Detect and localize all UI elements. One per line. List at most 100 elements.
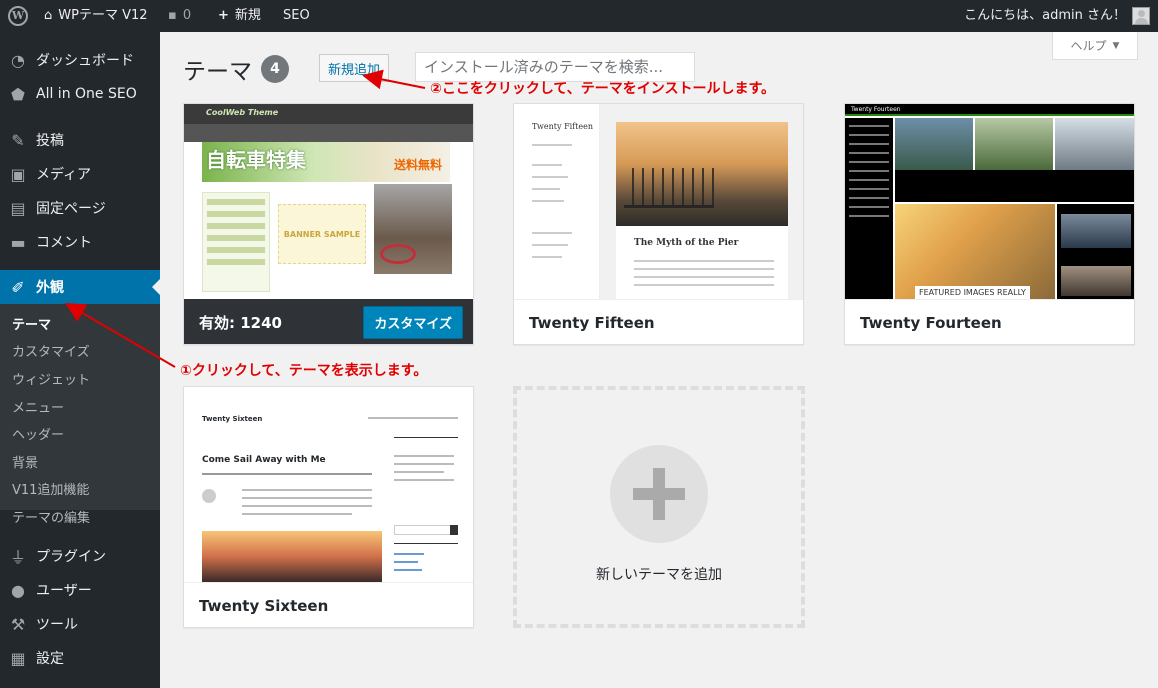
admin-sidebar: ◔ ダッシュボード ⬟ All in One SEO ✎ 投稿 ▣ メディア ▤…	[0, 32, 160, 688]
theme-screenshot: CoolWeb Theme 自転車特集 送料無料 BANNER SAMPLE	[184, 104, 473, 299]
bike-shape	[380, 244, 416, 264]
submenu-themes[interactable]: テーマ	[12, 316, 51, 336]
media-icon: ▣	[10, 164, 26, 184]
banner-sample: BANNER SAMPLE	[278, 204, 366, 264]
header-bar	[184, 124, 473, 142]
sidebar-item-label: コメント	[36, 235, 92, 251]
sidebar-item-appearance[interactable]: ✐ 外観	[0, 270, 160, 304]
theme-screenshot: Twenty Fifteen The Myth of the Pier	[514, 104, 803, 299]
theme-card-twenty-fourteen[interactable]: Twenty Fourteen FEATURED IMAGES REALLY T…	[844, 103, 1135, 345]
theme-count-badge: 4	[261, 55, 289, 83]
theme-name: Twenty Sixteen	[184, 582, 473, 627]
theme-name-bar: 有効: 1240 カスタマイズ	[184, 299, 473, 344]
sidebar-item-label: ユーザー	[36, 583, 92, 599]
submenu-v11-features[interactable]: V11追加機能	[12, 481, 89, 501]
admin-bar: W ⌂ WPテーマ V12 ▪ 0 + 新規 SEO こんにちは、admin さ…	[0, 0, 1158, 32]
plus-icon	[610, 445, 708, 543]
sidebar-item-label: 投稿	[36, 133, 64, 149]
comment-icon: ▬	[10, 232, 26, 252]
avatar	[1132, 7, 1150, 25]
page-icon: ▤	[10, 198, 26, 218]
theme-screenshot: Twenty Sixteen Come Sail Away with Me	[184, 387, 473, 582]
submenu-header[interactable]: ヘッダー	[12, 426, 64, 446]
appearance-submenu: テーマ カスタマイズ ウィジェット メニュー ヘッダー 背景 V11追加機能 テ…	[0, 304, 160, 526]
sidebar-item-tools[interactable]: ⚒ ツール	[0, 607, 160, 641]
side-menu	[845, 118, 893, 299]
seo-link[interactable]: SEO	[283, 0, 310, 32]
sidebar-item-plugins[interactable]: ⏚ プラグイン	[0, 539, 160, 573]
sidebar-item-settings[interactable]: ▦ 設定	[0, 641, 160, 675]
help-label: ヘルプ	[1070, 39, 1107, 53]
comments-count: 0	[182, 8, 192, 23]
help-tab[interactable]: ヘルプ ▼	[1052, 32, 1138, 60]
banner-text: 自転車特集	[206, 148, 306, 172]
shot-title: Twenty Sixteen	[202, 415, 263, 423]
theme-logo: CoolWeb Theme	[206, 108, 279, 117]
add-new-theme-card[interactable]: 新しいテーマを追加	[513, 386, 805, 628]
active-theme-label: 有効: 1240	[199, 313, 282, 332]
sale-text: 送料無料	[394, 158, 443, 172]
comments-link[interactable]: ▪ 0	[168, 0, 191, 32]
theme-card-active[interactable]: CoolWeb Theme 自転車特集 送料無料 BANNER SAMPLE 有…	[183, 103, 474, 345]
settings-icon: ▦	[10, 648, 26, 668]
shot-title: Twenty Fifteen	[532, 122, 593, 131]
sunset-image	[202, 531, 382, 582]
site-name-link[interactable]: ⌂ WPテーマ V12	[44, 0, 148, 32]
sidebar-item-posts[interactable]: ✎ 投稿	[0, 123, 160, 157]
theme-screenshot: Twenty Fourteen FEATURED IMAGES REALLY	[845, 104, 1134, 299]
page-title: テーマ	[183, 59, 252, 85]
sidebar-item-label: All in One SEO	[36, 86, 137, 102]
sidebar-item-comments[interactable]: ▬ コメント	[0, 225, 160, 259]
wrench-icon: ⚒	[10, 614, 26, 634]
sidebar-item-label: ツール	[36, 617, 78, 633]
comment-icon: ▪	[168, 8, 177, 23]
article-title: The Myth of the Pier	[634, 238, 739, 248]
featured-title: FEATURED IMAGES REALLY	[915, 286, 1030, 299]
sidebar-item-label: メディア	[36, 167, 92, 183]
side-menu	[202, 192, 270, 292]
home-icon: ⌂	[44, 8, 53, 23]
sidebar-item-users[interactable]: ● ユーザー	[0, 573, 160, 607]
sidebar-item-label: 外観	[36, 280, 64, 296]
pin-icon: ✎	[11, 130, 25, 150]
add-theme-label: 新しいテーマを追加	[596, 567, 722, 583]
post-title: Come Sail Away with Me	[202, 455, 326, 465]
plugin-icon: ⏚	[9, 548, 26, 567]
submenu-customize[interactable]: カスタマイズ	[12, 343, 90, 363]
shield-icon: ⬟	[11, 84, 25, 104]
customize-button[interactable]: カスタマイズ	[363, 305, 463, 339]
new-content-link[interactable]: + 新規	[218, 0, 261, 32]
greeting: こんにちは、admin さん！	[964, 8, 1126, 23]
theme-name: Twenty Fourteen	[845, 299, 1134, 344]
wp-logo-icon[interactable]: W	[8, 0, 28, 32]
article-preview: The Myth of the Pier	[616, 226, 788, 299]
sidebar-item-media[interactable]: ▣ メディア	[0, 157, 160, 191]
submenu-widgets[interactable]: ウィジェット	[12, 371, 90, 391]
annotation-2: ②ここをクリックして、テーマをインストールします。	[430, 81, 776, 97]
new-label: 新規	[234, 8, 261, 23]
annotation-1: ①クリックして、テーマを表示します。	[180, 363, 428, 379]
submenu-theme-editor[interactable]: テーマの編集	[12, 509, 90, 529]
site-name: WPテーマ V12	[58, 8, 148, 23]
brush-icon: ✐	[11, 277, 25, 297]
theme-card-twenty-sixteen[interactable]: Twenty Sixteen Come Sail Away with Me Tw…	[183, 386, 474, 628]
dashboard-icon: ◔	[11, 50, 25, 70]
sidebar-item-label: 固定ページ	[36, 201, 106, 217]
chevron-down-icon: ▼	[1112, 40, 1120, 51]
theme-card-twenty-fifteen[interactable]: Twenty Fifteen The Myth of the Pier Twen…	[513, 103, 804, 345]
user-icon: ●	[11, 580, 25, 600]
sidebar-item-seo[interactable]: ⬟ All in One SEO	[0, 77, 160, 111]
sidebar-item-label: ダッシュボード	[36, 53, 134, 69]
featured-image	[895, 204, 1055, 299]
sidebar-item-dashboard[interactable]: ◔ ダッシュボード	[0, 43, 160, 77]
submenu-menus[interactable]: メニュー	[12, 399, 64, 419]
sidebar-item-pages[interactable]: ▤ 固定ページ	[0, 191, 160, 225]
theme-name: Twenty Fifteen	[514, 299, 803, 344]
shot-title: Twenty Fourteen	[851, 106, 901, 113]
sidebar-item-label: 設定	[36, 651, 64, 667]
seo-label: SEO	[283, 8, 310, 23]
submenu-background[interactable]: 背景	[12, 454, 38, 474]
account-menu[interactable]: こんにちは、admin さん！	[964, 0, 1150, 32]
add-new-theme-button[interactable]: 新規追加	[319, 54, 389, 82]
side-panel: Twenty Fifteen	[514, 104, 600, 299]
